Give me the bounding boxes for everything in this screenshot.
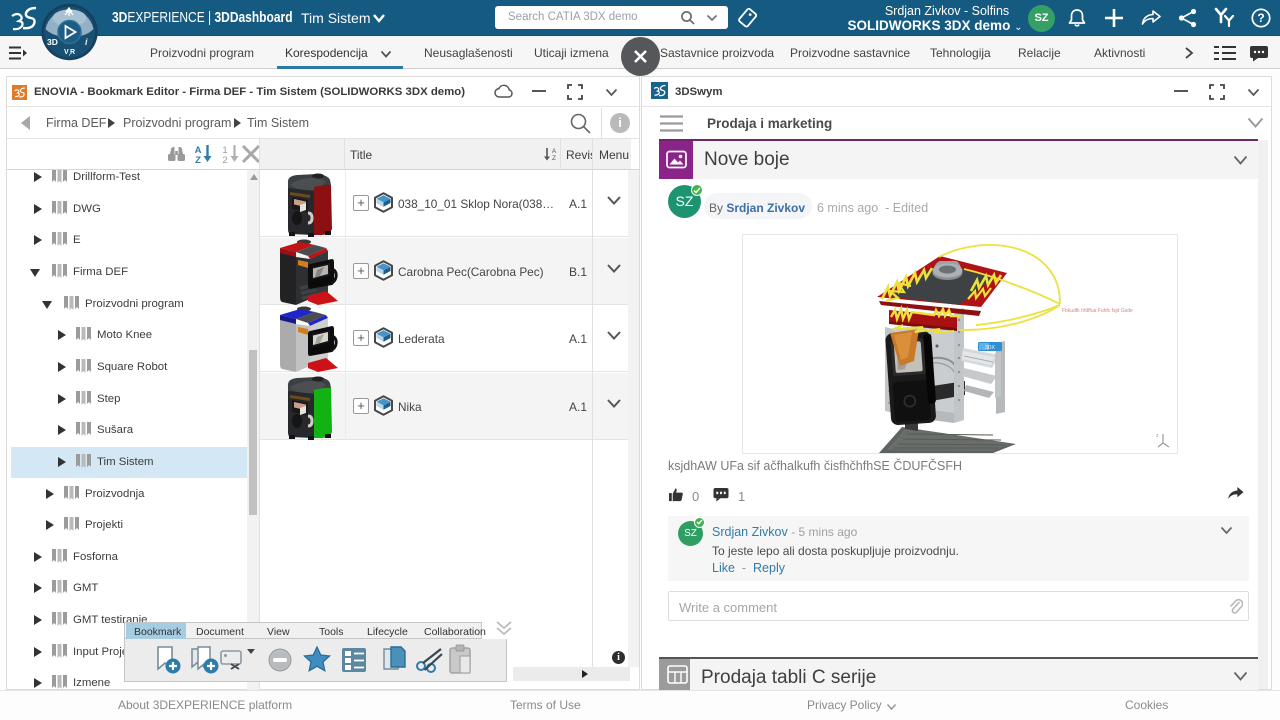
svg-text:2: 2 [222,155,227,164]
svg-text:z: z [1156,433,1159,439]
svg-text:3D: 3D [47,37,58,47]
svg-text:3DX: 3DX [985,345,995,351]
svg-text:Z: Z [195,155,201,164]
svg-text:Fbkudfk hfdffua Fuhfc fsjd Gsd: Fbkudfk hfdffua Fuhfc fsjd Gsde [1062,308,1133,314]
svg-text:?: ? [1257,11,1264,25]
svg-text:V,R: V,R [64,49,75,57]
svg-text:A: A [552,148,557,155]
svg-text:Z: Z [552,155,556,162]
